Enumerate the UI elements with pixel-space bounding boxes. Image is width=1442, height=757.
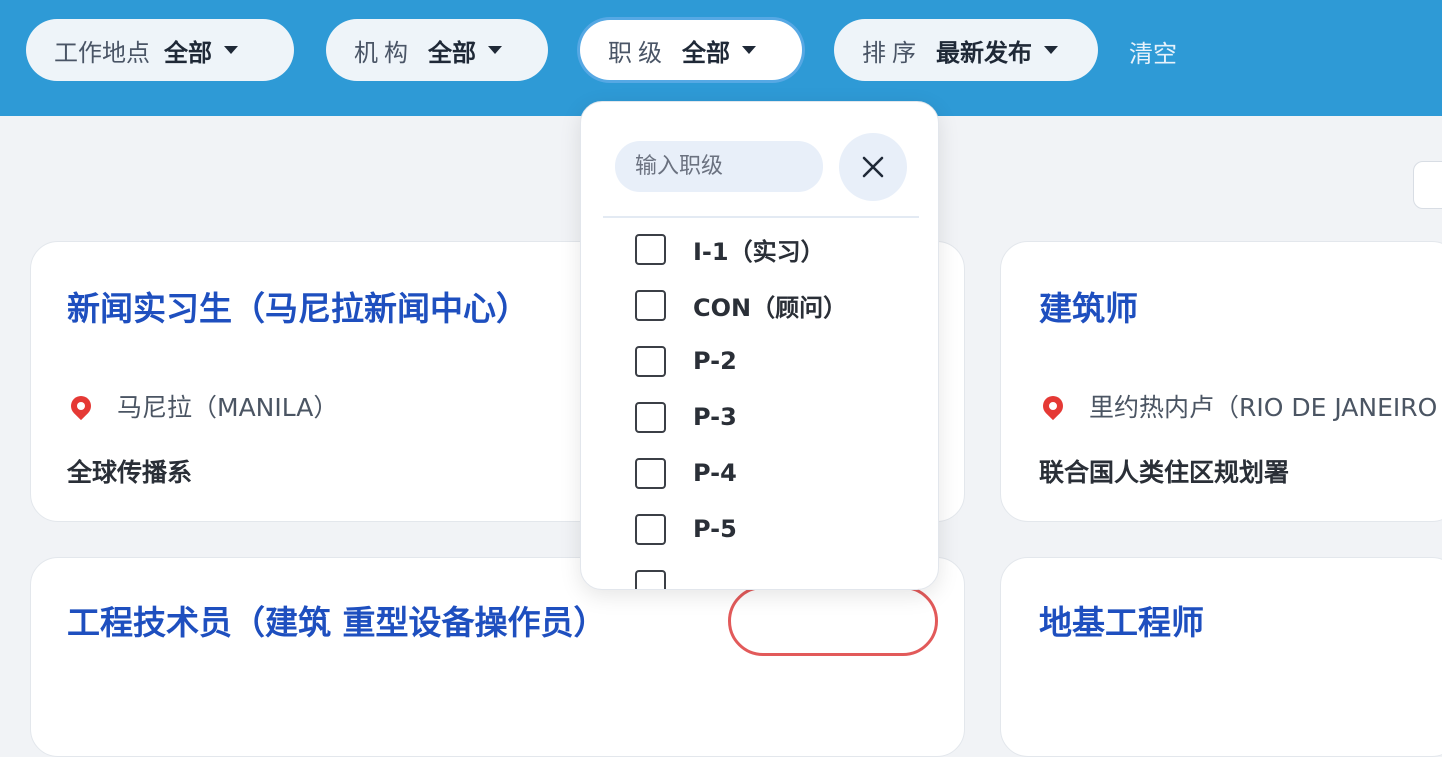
caret-down-icon <box>1044 46 1058 54</box>
checkbox[interactable] <box>635 233 666 265</box>
clear-filters-link[interactable]: 清空 <box>1129 34 1177 69</box>
grade-filter-label: 职级 <box>608 38 668 67</box>
grade-option[interactable]: I-1（实习） <box>635 229 825 269</box>
grade-option-label: P-3 <box>693 403 737 431</box>
grade-option-label: P-4 <box>693 459 737 487</box>
sort-filter[interactable]: 排序 最新发布 <box>834 19 1098 81</box>
caret-down-icon <box>742 46 756 54</box>
grade-option[interactable]: P-5 <box>635 509 737 549</box>
caret-down-icon <box>224 46 238 54</box>
organization-filter-label: 机构 <box>354 38 414 67</box>
job-title[interactable]: 工程技术员（建筑 重型设备操作员） <box>67 596 607 644</box>
caret-down-icon <box>488 46 502 54</box>
checkbox[interactable] <box>635 457 666 489</box>
job-organization: 联合国人类住区规划署 <box>1039 458 1290 487</box>
checkbox[interactable] <box>635 569 666 589</box>
job-title[interactable]: 地基工程师 <box>1039 596 1204 644</box>
location-pin-icon <box>1038 391 1068 421</box>
grade-option[interactable]: P-2 <box>635 341 737 381</box>
grade-option-label: I-1（实习） <box>693 237 825 266</box>
job-card[interactable]: 地基工程师 <box>1000 557 1442 757</box>
job-location-text: 马尼拉（MANILA） <box>117 393 339 422</box>
job-location: 里约热内卢（RIO DE JANEIRO <box>1038 388 1438 424</box>
job-title[interactable]: 建筑师 <box>1039 282 1138 330</box>
job-location: 马尼拉（MANILA） <box>66 388 339 424</box>
job-card[interactable]: 建筑师 里约热内卢（RIO DE JANEIRO 联合国人类住区规划署 <box>1000 241 1442 522</box>
grade-search-input[interactable] <box>615 141 823 192</box>
job-organization: 全球传播系 <box>67 458 193 487</box>
close-icon <box>862 156 884 178</box>
job-location-text: 里约热内卢（RIO DE JANEIRO <box>1089 393 1438 422</box>
grade-dropdown: I-1（实习） CON（顾问） P-2 P-3 P-4 P-5 <box>580 101 939 590</box>
filter-bar: 工作地点 全部 机构 全部 职级 全部 排序 最新发布 清空 <box>0 0 1442 116</box>
grade-option[interactable] <box>635 565 666 589</box>
location-pin-icon <box>66 391 96 421</box>
sort-filter-value: 最新发布 <box>936 38 1032 67</box>
location-filter-label: 工作地点 <box>54 38 150 67</box>
job-title[interactable]: 新闻实习生（马尼拉新闻中心） <box>67 282 529 330</box>
grade-option[interactable]: CON（顾问） <box>635 285 847 325</box>
checkbox[interactable] <box>635 345 666 377</box>
grade-option-label: P-2 <box>693 347 737 375</box>
organization-filter-value: 全部 <box>428 38 476 67</box>
grade-option-label: P-5 <box>693 515 737 543</box>
checkbox[interactable] <box>635 513 666 545</box>
grade-filter-value: 全部 <box>682 38 730 67</box>
location-filter[interactable]: 工作地点 全部 <box>26 19 294 81</box>
grade-filter[interactable]: 职级 全部 <box>580 20 802 80</box>
checkbox[interactable] <box>635 401 666 433</box>
sort-filter-label: 排序 <box>862 38 922 67</box>
status-badge <box>728 586 938 656</box>
grade-option[interactable]: P-4 <box>635 453 737 493</box>
grade-options-list[interactable]: I-1（实习） CON（顾问） P-2 P-3 P-4 P-5 <box>581 218 938 589</box>
close-button[interactable] <box>839 133 907 201</box>
organization-filter[interactable]: 机构 全部 <box>326 19 548 81</box>
location-filter-value: 全部 <box>164 38 212 67</box>
pagination-control[interactable] <box>1413 161 1442 209</box>
grade-option[interactable]: P-3 <box>635 397 737 437</box>
grade-option-label: CON（顾问） <box>693 293 848 322</box>
checkbox[interactable] <box>635 289 666 321</box>
